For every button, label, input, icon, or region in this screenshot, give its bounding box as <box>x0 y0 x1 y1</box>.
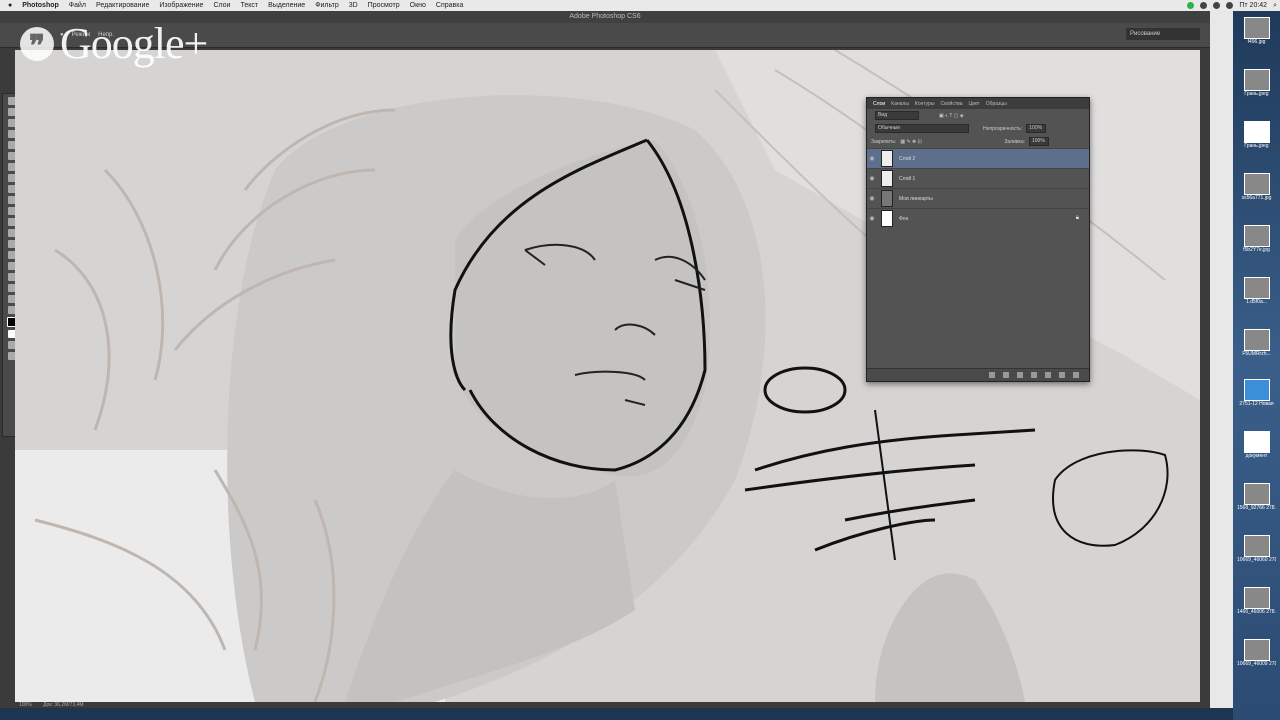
new-layer-icon[interactable] <box>1059 372 1065 378</box>
menu-app-name[interactable]: Photoshop <box>22 2 59 9</box>
menu-item-edit[interactable]: Редактирование <box>96 2 149 9</box>
google-plus-overlay: ❞ Google+ <box>20 18 208 69</box>
image-file-icon <box>1243 329 1270 351</box>
visibility-eye-icon[interactable]: ◉ <box>867 175 877 182</box>
apple-icon[interactable]: ● <box>8 2 12 9</box>
link-layers-icon[interactable] <box>989 372 995 378</box>
filter-select[interactable]: Вид <box>875 111 919 120</box>
lock-label: Закрепить: <box>871 138 897 145</box>
layer-thumbnail <box>881 210 893 227</box>
layer-thumbnail <box>881 170 893 187</box>
menu-item-help[interactable]: Справка <box>436 2 463 9</box>
layer-thumbnail <box>881 150 893 167</box>
desktop-strip <box>1210 11 1233 720</box>
menu-item-filter[interactable]: Фильтр <box>315 2 339 9</box>
mac-menubar: ● Photoshop Файл Редактирование Изображе… <box>0 0 1280 11</box>
tab-channels[interactable]: Каналы <box>891 101 909 107</box>
tab-color[interactable]: Цвет <box>969 101 980 107</box>
layer-row[interactable]: ◉ Слой 1 <box>867 168 1089 188</box>
menu-item-3d[interactable]: 3D <box>349 2 358 9</box>
google-plus-wordmark: Google+ <box>60 19 208 68</box>
image-file-icon <box>1243 173 1270 195</box>
image-file-icon <box>1243 535 1270 557</box>
layers-panel: Слои Каналы Контуры Свойства Цвет Образц… <box>866 97 1090 382</box>
fill-input[interactable]: 100% <box>1029 137 1049 146</box>
visibility-eye-icon[interactable]: ◉ <box>867 195 877 202</box>
desktop-file[interactable]: 1466_46006 278...5635_n <box>1237 587 1276 615</box>
layer-name: Слой 2 <box>899 155 916 162</box>
tab-swatches[interactable]: Образцы <box>986 101 1007 107</box>
filter-icons[interactable]: ▣ ◐ T ▢ ◈ <box>939 113 964 119</box>
document-icon <box>1243 431 1270 453</box>
add-mask-icon[interactable] <box>1017 372 1023 378</box>
tab-layers[interactable]: Слои <box>873 101 885 107</box>
hangouts-icon: ❞ <box>20 26 54 63</box>
status-green-icon[interactable] <box>1187 2 1195 9</box>
desktop-file[interactable]: Грань.jpeg <box>1237 69 1276 97</box>
image-file-icon <box>1243 225 1270 247</box>
fill-label: Заливка: <box>1004 138 1025 145</box>
menu-item-text[interactable]: Текст <box>240 2 258 9</box>
image-file-icon <box>1243 483 1270 505</box>
image-file-icon <box>1243 639 1270 661</box>
menu-item-layers[interactable]: Слои <box>213 2 230 9</box>
opacity-input[interactable]: 100% <box>1026 124 1047 133</box>
layer-row[interactable]: ◉ Мои линеарты <box>867 188 1089 208</box>
desktop-file[interactable]: f5b2Y7e.jpg <box>1237 225 1276 253</box>
spotlight-icon[interactable]: ⌕ <box>1273 2 1277 10</box>
clock-text[interactable]: Пт 20:42 <box>1239 2 1267 9</box>
layer-name: Мои линеарты <box>899 195 933 202</box>
lock-icon: 🔒︎ <box>1075 215 1079 221</box>
menu-item-select[interactable]: Выделение <box>268 2 305 9</box>
layer-style-icon[interactable] <box>1003 372 1009 378</box>
desktop-file[interactable]: 1.d5f0a... <box>1237 277 1276 305</box>
menu-item-window[interactable]: Окно <box>410 2 426 9</box>
panel-tabs: Слои Каналы Контуры Свойства Цвет Образц… <box>867 98 1089 109</box>
wifi-icon[interactable] <box>1213 2 1221 9</box>
layer-name: Слой 1 <box>899 175 916 182</box>
status-icon[interactable] <box>1200 2 1208 9</box>
blend-row: Обычные Непрозрачность: 100% <box>867 122 1089 135</box>
desktop-file[interactable]: Грань.jpeg <box>1237 121 1276 149</box>
layer-thumbnail <box>881 190 893 207</box>
tab-paths[interactable]: Контуры <box>915 101 935 107</box>
visibility-eye-icon[interactable]: ◉ <box>867 215 877 222</box>
image-file-icon <box>1243 121 1270 143</box>
desktop-file[interactable]: 10669_46060 278...2085_n <box>1237 535 1276 563</box>
layer-name: Фон <box>899 215 909 222</box>
desktop-file[interactable]: 10669_46009 278...8006_n <box>1237 639 1276 667</box>
desktop-file[interactable]: ss56a771.jpg <box>1237 173 1276 201</box>
opacity-label: Непрозрачность: <box>983 125 1023 132</box>
layer-row[interactable]: ◉ Слой 2 <box>867 148 1089 168</box>
menu-item-file[interactable]: Файл <box>69 2 86 9</box>
lock-row: Закрепить: ▦ ✎ ✥ ⊡ Заливка: 100% <box>867 135 1089 148</box>
desktop-folder[interactable]: 2751-12 Новая <box>1237 379 1276 407</box>
tab-properties[interactable]: Свойства <box>941 101 963 107</box>
desktop-file[interactable]: F5UMRrzh... <box>1237 329 1276 357</box>
layers-panel-footer <box>867 368 1089 381</box>
image-file-icon <box>1243 69 1270 91</box>
adjustment-layer-icon[interactable] <box>1031 372 1037 378</box>
desktop-bottom <box>0 708 1233 720</box>
menu-item-view[interactable]: Просмотр <box>368 2 400 9</box>
image-file-icon <box>1243 17 1270 39</box>
desktop-file[interactable]: f496.jpg <box>1237 17 1276 45</box>
workspace-select[interactable]: Рисование <box>1126 28 1200 40</box>
lock-icons[interactable]: ▦ ✎ ✥ ⊡ <box>900 139 921 145</box>
filter-row: Вид ▣ ◐ T ▢ ◈ <box>867 109 1089 122</box>
desktop-file[interactable]: 1568_92766 278...4277_n <box>1237 483 1276 511</box>
visibility-eye-icon[interactable]: ◉ <box>867 155 877 162</box>
battery-icon[interactable] <box>1226 2 1234 9</box>
blend-mode-select[interactable]: Обычные <box>875 124 969 133</box>
delete-layer-icon[interactable] <box>1073 372 1079 378</box>
image-file-icon <box>1243 277 1270 299</box>
menu-item-image[interactable]: Изображение <box>159 2 203 9</box>
image-file-icon <box>1243 587 1270 609</box>
layer-row[interactable]: ◉ Фон 🔒︎ <box>867 208 1089 228</box>
desktop-file[interactable]: документ <box>1237 431 1276 459</box>
new-group-icon[interactable] <box>1045 372 1051 378</box>
desktop-files-column: f496.jpg Грань.jpeg Грань.jpeg ss56a771.… <box>1233 11 1280 720</box>
folder-icon <box>1243 379 1270 401</box>
